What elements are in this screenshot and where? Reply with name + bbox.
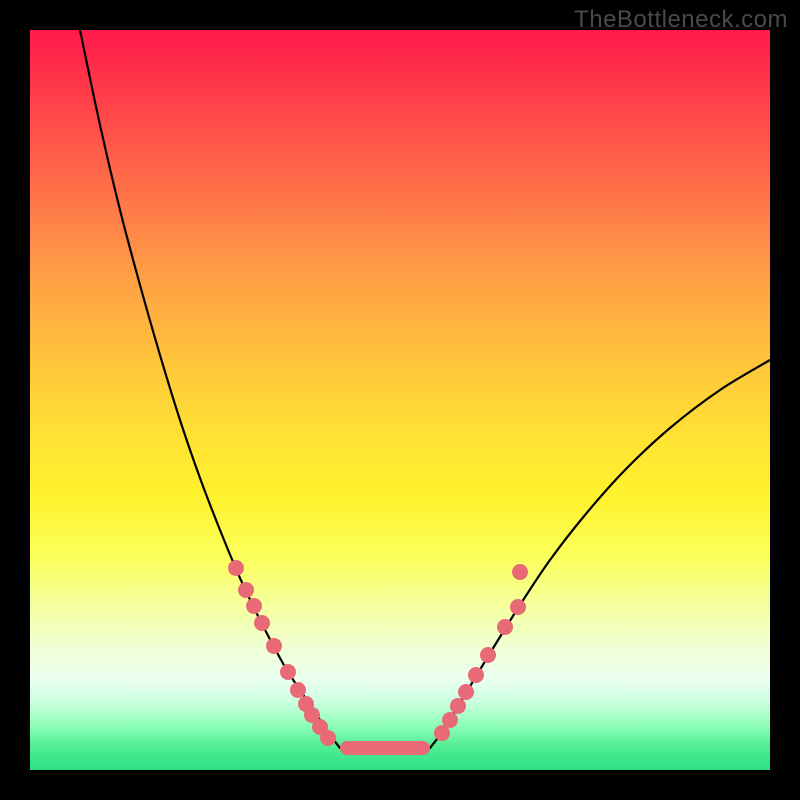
data-marker: [280, 664, 296, 680]
data-marker: [228, 560, 244, 576]
watermark-text: TheBottleneck.com: [574, 6, 788, 34]
data-marker: [512, 564, 528, 580]
right-curve: [430, 360, 770, 748]
data-marker: [238, 582, 254, 598]
markers-right: [434, 564, 528, 741]
data-marker: [266, 638, 282, 654]
data-marker: [458, 684, 474, 700]
left-curve: [80, 30, 340, 748]
flat-segment: [340, 741, 430, 755]
plot-area: [30, 30, 770, 770]
data-marker: [468, 667, 484, 683]
chart-svg: [30, 30, 770, 770]
data-marker: [442, 712, 458, 728]
data-marker: [254, 615, 270, 631]
data-marker: [450, 698, 466, 714]
data-marker: [480, 647, 496, 663]
data-marker: [320, 730, 336, 746]
data-marker: [246, 598, 262, 614]
data-marker: [497, 619, 513, 635]
outer-frame: TheBottleneck.com: [0, 0, 800, 800]
data-marker: [510, 599, 526, 615]
data-marker: [290, 682, 306, 698]
